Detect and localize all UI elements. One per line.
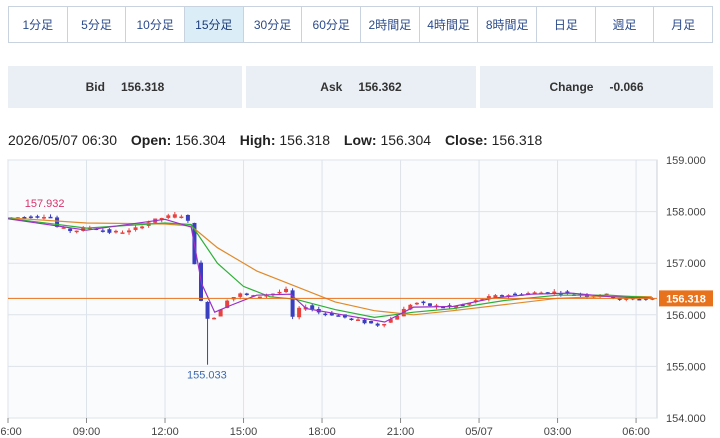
candle-body (68, 228, 73, 232)
candle-body (499, 295, 504, 297)
candle-body (113, 230, 118, 233)
low-value: 156.304 (380, 132, 432, 148)
tab-timeframe-5[interactable]: 60分足 (302, 7, 362, 42)
high-annotation: 157.932 (25, 198, 65, 210)
x-tick-label: 21:00 (387, 426, 415, 438)
candle-body (41, 217, 46, 219)
candle-body (166, 215, 171, 218)
close-value: 156.318 (491, 132, 543, 148)
candle-body (323, 313, 328, 316)
tab-timeframe-9[interactable]: 日足 (537, 7, 596, 42)
ohlc-datetime: 2026/05/07 06:30 (8, 132, 117, 148)
x-tick-label: 09:00 (73, 426, 101, 438)
close-label: Close: (444, 132, 488, 148)
candle-body (212, 317, 217, 320)
candle-body (277, 291, 282, 294)
tab-timeframe-10[interactable]: 週足 (596, 7, 655, 42)
candle-body (100, 230, 105, 232)
ask-label: Ask (320, 80, 343, 94)
high-label: High: (239, 132, 276, 148)
low-label: Low: (343, 132, 377, 148)
candle-body (205, 301, 210, 319)
candle-body (362, 319, 367, 324)
candle-body (356, 319, 361, 321)
candle-body (421, 301, 426, 304)
tab-timeframe-4[interactable]: 30分足 (244, 7, 303, 42)
candle-body (244, 293, 249, 295)
candle-body (133, 227, 138, 230)
candle-body (179, 216, 184, 219)
x-tick-label: 15:00 (230, 426, 258, 438)
x-tick-label: 05/07 (465, 426, 493, 438)
change-value: -0.066 (609, 80, 644, 94)
high-value: 156.318 (279, 132, 330, 148)
candle-body (414, 302, 419, 305)
tab-timeframe-1[interactable]: 5分足 (68, 7, 127, 42)
bid-label: Bid (85, 80, 105, 94)
ask-panel: Ask 156.362 (246, 66, 476, 108)
candle-body (120, 232, 125, 234)
candle-body (427, 303, 432, 306)
timeframe-tabs: 1分足 5分足 10分足 15分足 30分足 60分足 2時間足 4時間足 8時間足 日足 週足 月足 (8, 6, 713, 43)
x-tick-label: 12:00 (151, 426, 179, 438)
candle-body (35, 216, 40, 218)
tab-timeframe-7[interactable]: 4時間足 (420, 7, 479, 42)
y-tick-label: 157.000 (666, 258, 706, 270)
candle-body (185, 214, 190, 221)
candle-body (284, 288, 289, 293)
candle-body (336, 315, 341, 317)
ask-value: 156.362 (358, 80, 402, 94)
candle-body (369, 321, 374, 324)
candle-body (127, 230, 132, 233)
y-tick-label: 156.000 (666, 310, 706, 322)
y-tick-label: 158.000 (666, 207, 706, 219)
x-tick-label: 18:00 (308, 426, 336, 438)
current-price-label: 156.318 (666, 293, 706, 305)
candle-body (107, 229, 112, 233)
tab-timeframe-6[interactable]: 2時間足 (361, 7, 420, 42)
change-panel: Change -0.066 (480, 66, 713, 108)
y-tick-label: 159.000 (666, 155, 706, 167)
open-value: 156.304 (175, 132, 226, 148)
candle-body (297, 307, 302, 318)
low-annotation: 155.033 (187, 370, 227, 382)
candle-body (74, 230, 79, 233)
tab-timeframe-2[interactable]: 10分足 (126, 7, 186, 42)
ohlc-readout: 2026/05/07 06:30 Open: 156.304 High: 156… (8, 132, 542, 148)
candle-body (637, 298, 642, 301)
bid-value: 156.318 (120, 80, 165, 94)
x-tick-label: 03:00 (544, 426, 572, 438)
change-label: Change (549, 80, 594, 94)
bid-panel: Bid 156.318 (8, 66, 242, 108)
candle-body (28, 216, 33, 219)
candle-body (513, 293, 518, 296)
tab-timeframe-0[interactable]: 1分足 (9, 7, 68, 42)
candle-body (349, 318, 354, 321)
candle-body (552, 291, 557, 294)
open-label: Open: (130, 132, 172, 148)
y-tick-label: 155.000 (666, 361, 706, 373)
x-tick-label: 06:00 (0, 426, 22, 438)
tab-timeframe-11[interactable]: 月足 (654, 7, 712, 42)
candle-body (140, 226, 145, 229)
candle-body (493, 295, 498, 298)
candle-body (257, 296, 262, 299)
candle-body (48, 216, 53, 219)
tab-timeframe-3[interactable]: 15分足 (185, 7, 244, 42)
candle-body (310, 305, 315, 310)
candle-body (172, 214, 177, 218)
candle-body (238, 293, 243, 297)
candle-body (375, 323, 380, 326)
plot-area (7, 159, 658, 419)
y-tick-label: 154.000 (666, 413, 706, 425)
candlestick-chart[interactable]: 159.000 158.000 157.000 156.000 155.000 154.0… (0, 150, 720, 438)
candle-body (382, 324, 387, 326)
x-tick-label: 06:00 (622, 426, 650, 438)
tab-timeframe-8[interactable]: 8時間足 (478, 7, 538, 42)
